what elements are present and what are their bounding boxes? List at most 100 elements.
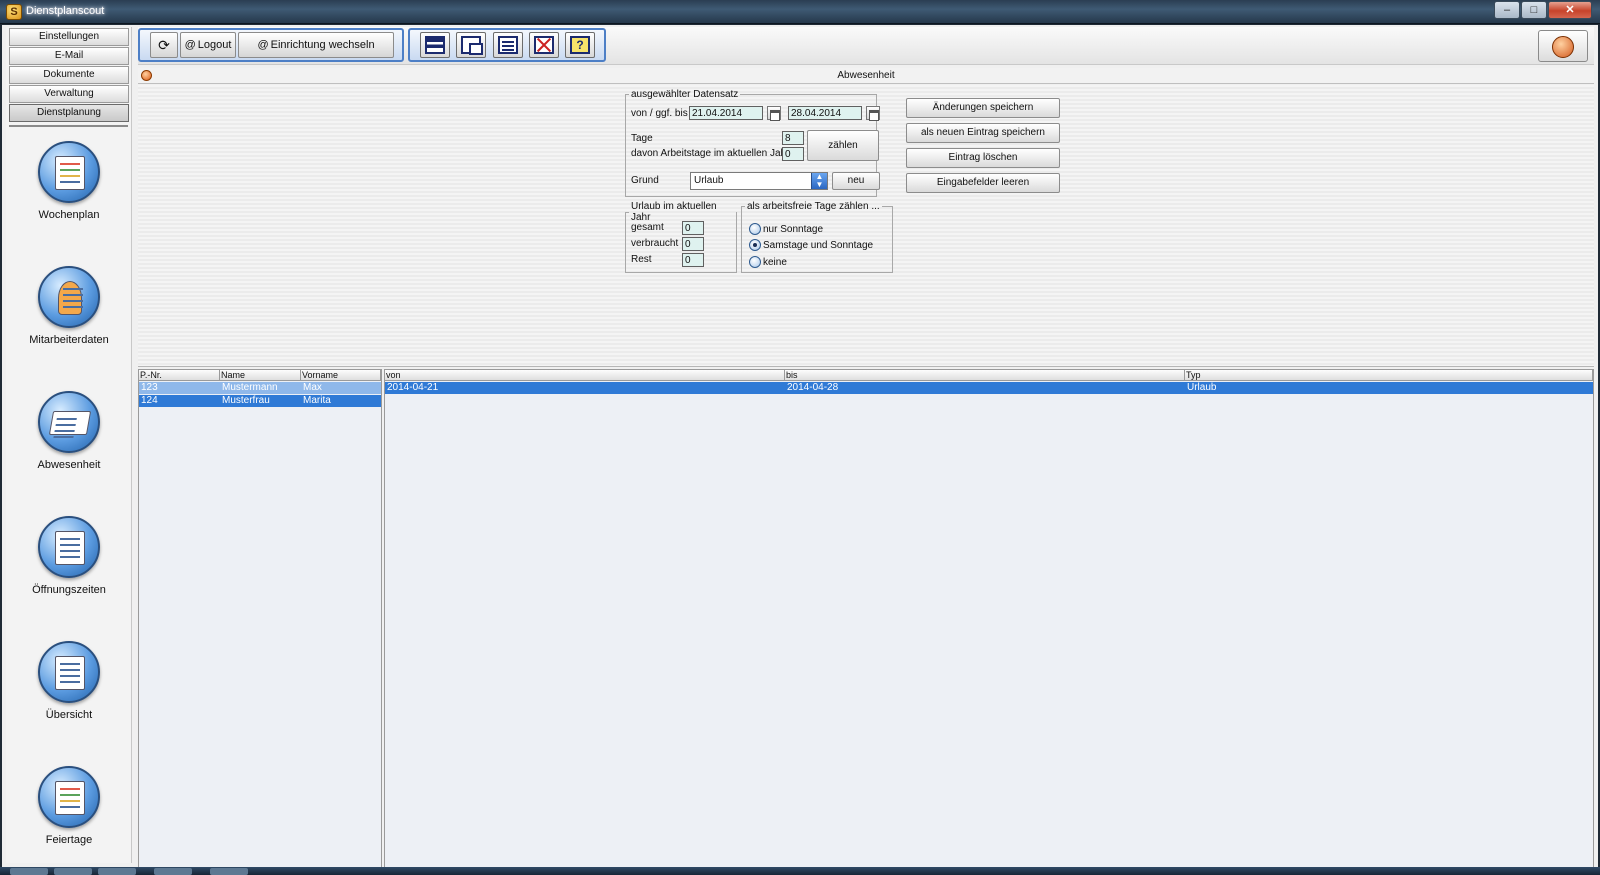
module-oeffnungszeiten[interactable]: Öffnungszeiten [6, 516, 132, 626]
module-label: Abwesenheit [37, 459, 101, 471]
save-new-button[interactable]: als neuen Eintrag speichern [906, 123, 1060, 143]
column-header-pnr[interactable]: P.-Nr. [139, 370, 220, 381]
column-header-vorname[interactable]: Vorname [301, 370, 381, 381]
module-wochenplan[interactable]: Wochenplan [6, 141, 132, 251]
arbeitstage-label: davon Arbeitstage im aktuellen Jahr [631, 148, 790, 159]
cell-von: 2014-04-21 [387, 382, 439, 393]
minimize-button[interactable]: – [1494, 1, 1520, 19]
delete-icon [534, 36, 554, 54]
column-header-typ[interactable]: Typ [1185, 370, 1593, 381]
switch-facility-button[interactable]: @ Einrichtung wechseln [238, 32, 394, 58]
nav-einstellungen[interactable]: Einstellungen [9, 28, 129, 46]
list-view-icon [425, 36, 445, 54]
module-label: Übersicht [45, 709, 93, 721]
cell-pnr: 123 [141, 382, 158, 393]
column-header-name[interactable]: Name [220, 370, 301, 381]
switch-facility-label: Einrichtung wechseln [270, 39, 375, 51]
taskbar-item[interactable] [98, 868, 136, 875]
urlaub-legend: Urlaub im aktuellen Jahr [631, 201, 717, 223]
view-toolbar-group: ? [408, 28, 606, 62]
radio-label: nur Sonntage [763, 224, 824, 235]
bis-date-field[interactable] [788, 106, 862, 120]
table-header: P.-Nr. Name Vorname [139, 370, 381, 381]
close-button[interactable]: ✕ [1548, 1, 1592, 19]
cell-vorname: Marita [303, 395, 331, 406]
arbeitstage-field[interactable] [782, 147, 804, 161]
gesamt-field[interactable] [682, 221, 704, 235]
cell-bis: 2014-04-28 [787, 382, 839, 393]
os-taskbar [0, 867, 1600, 875]
bis-calendar-icon[interactable] [866, 106, 880, 121]
radio-samstage-sonntage[interactable] [749, 239, 761, 251]
grund-select[interactable]: Urlaub ▲ ▼ [690, 172, 828, 190]
maximize-button[interactable]: □ [1521, 1, 1547, 19]
column-header-bis[interactable]: bis [785, 370, 1185, 381]
column-header-von[interactable]: von [385, 370, 785, 381]
radio-nur-sonntage[interactable] [749, 223, 761, 235]
chevron-updown-icon: ▲ ▼ [811, 173, 827, 189]
nav-verwaltung[interactable]: Verwaltung [9, 85, 129, 103]
people-icon [38, 266, 100, 328]
windows-icon [461, 36, 483, 55]
module-uebersicht[interactable]: Übersicht [6, 641, 132, 751]
grund-label: Grund [631, 175, 659, 186]
taskbar-item[interactable] [210, 868, 248, 875]
table-row[interactable]: 123 Mustermann Max [139, 382, 381, 394]
radio-label: Samstage und Sonntage [763, 240, 874, 251]
cell-name: Musterfrau [222, 395, 270, 406]
tage-field[interactable] [782, 131, 804, 145]
tage-label: Tage [631, 133, 653, 144]
cell-name: Mustermann [222, 382, 278, 393]
table-row[interactable]: 2014-04-21 2014-04-28 Urlaub [385, 382, 1593, 394]
link-icon: @ [257, 39, 269, 51]
calendar-icon [38, 141, 100, 203]
module-mitarbeiterdaten[interactable]: Mitarbeiterdaten [6, 266, 132, 376]
logout-button[interactable]: @ Logout [180, 32, 236, 58]
nav-dokumente[interactable]: Dokumente [9, 66, 129, 84]
delete-entry-button[interactable]: Eintrag löschen [906, 148, 1060, 168]
help-icon: ? [570, 36, 590, 54]
table-row[interactable]: 124 Musterfrau Marita [139, 395, 381, 407]
von-bis-label: von / ggf. bis [631, 108, 688, 119]
nav-email[interactable]: E-Mail [9, 47, 129, 65]
module-label: Wochenplan [38, 209, 100, 221]
list-view-button[interactable] [420, 32, 450, 58]
taskbar-item[interactable] [10, 868, 48, 875]
von-calendar-icon[interactable] [767, 106, 781, 121]
rest-field[interactable] [682, 253, 704, 267]
neu-button[interactable]: neu [832, 172, 880, 190]
cell-vorname: Max [303, 382, 322, 393]
cell-typ: Urlaub [1187, 382, 1217, 393]
verbraucht-field[interactable] [682, 237, 704, 251]
radio-keine[interactable] [749, 256, 761, 268]
power-button[interactable] [1538, 30, 1588, 62]
freetage-legend: als arbeitsfreie Tage zählen ... [747, 201, 880, 212]
module-feiertage[interactable]: Feiertage [6, 766, 132, 875]
section-title: Abwesenheit [837, 70, 895, 81]
document-button[interactable] [493, 32, 523, 58]
module-abwesenheit[interactable]: Abwesenheit [6, 391, 132, 501]
section-close-icon[interactable] [141, 70, 152, 81]
document-icon [498, 36, 518, 54]
sidebar: Einstellungen E-Mail Dokumente Verwaltun… [6, 27, 132, 863]
help-button[interactable]: ? [565, 32, 595, 58]
radio-label: keine [763, 257, 787, 268]
window-controls: – □ ✕ [1493, 1, 1592, 19]
verbraucht-label: verbraucht [631, 238, 679, 249]
taskbar-item[interactable] [54, 868, 92, 875]
rest-label: Rest [631, 254, 652, 265]
delete-view-button[interactable] [529, 32, 559, 58]
zaehlen-button[interactable]: zählen [807, 130, 879, 161]
refresh-button[interactable]: ⟳ [150, 32, 178, 58]
save-changes-button[interactable]: Änderungen speichern [906, 98, 1060, 118]
employee-table: P.-Nr. Name Vorname 123 Mustermann Max 1… [138, 369, 382, 875]
link-icon: @ [184, 39, 196, 51]
cell-pnr: 124 [141, 395, 158, 406]
section-header: Abwesenheit [138, 68, 1594, 84]
von-date-field[interactable] [689, 106, 763, 120]
nav-dienstplanung[interactable]: Dienstplanung [9, 104, 129, 122]
logout-label: Logout [197, 39, 232, 51]
windows-button[interactable] [456, 32, 486, 58]
clear-fields-button[interactable]: Eingabefelder leeren [906, 173, 1060, 193]
taskbar-item[interactable] [154, 868, 192, 875]
